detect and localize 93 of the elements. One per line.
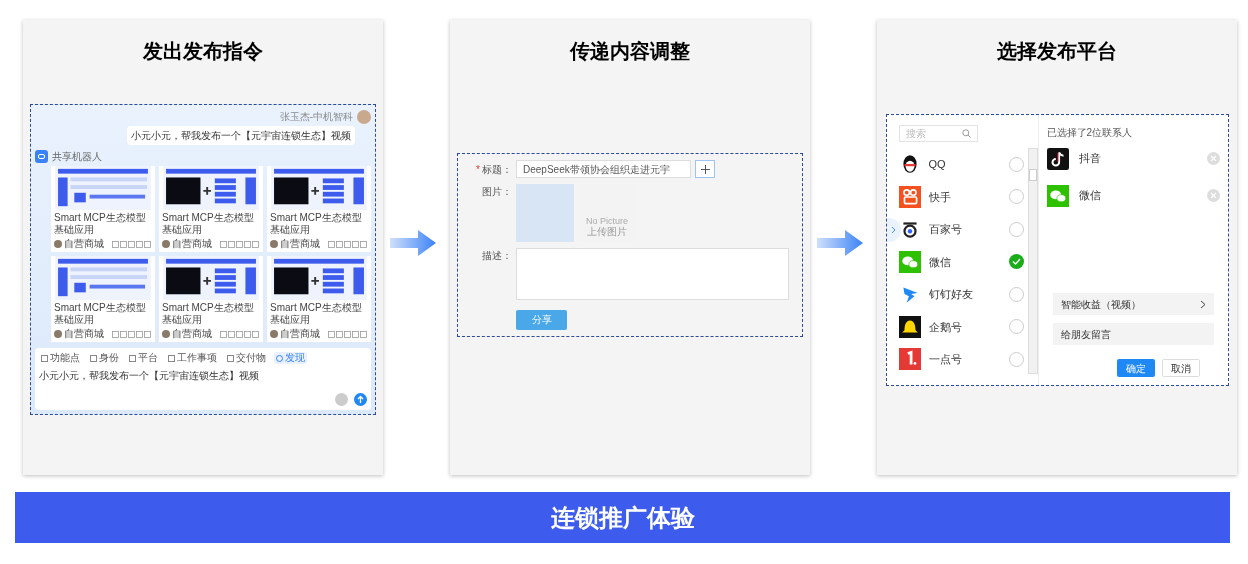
music-note-icon (1046, 147, 1069, 170)
platform-name: 一点号 (928, 352, 963, 367)
platform-row[interactable]: 百家号 (898, 213, 1028, 246)
collapse-handle[interactable] (886, 218, 901, 242)
action-icons-drawing (112, 240, 152, 248)
arrow-icon (390, 229, 436, 256)
toolbar-chip[interactable]: 工作事项 (166, 352, 219, 364)
toolbar-chip[interactable]: 功能点 (39, 352, 82, 364)
avatar-icon (162, 240, 170, 248)
bot-icon (35, 150, 48, 163)
avatar-icon (270, 240, 278, 248)
step-title: 选择发布平台 (997, 39, 1117, 64)
card-title: Smart MCP生态模型基础应用 (53, 212, 147, 236)
action-icons-drawing (220, 240, 260, 248)
chat-bubbles-icon (898, 250, 921, 273)
required-mark: * (476, 162, 480, 177)
platform-name: 钉钉好友 (928, 287, 974, 302)
platform-row[interactable]: 快手 (898, 180, 1028, 213)
remove-icon[interactable] (1206, 152, 1220, 165)
card-title: Smart MCP生态模型基础应用 (269, 212, 363, 236)
scrollbar[interactable] (1027, 148, 1038, 374)
video-card[interactable]: Smart MCP生态模型基础应用 自营商城 (51, 166, 155, 252)
video-card[interactable]: Smart MCP生态模型基础应用 自营商城 (267, 166, 371, 252)
toolbar-chip[interactable]: 身份 (88, 352, 121, 364)
description-textarea[interactable] (516, 248, 789, 300)
user-message: 小元小元，帮我发布一个【元宇宙连锁生态】视频 (127, 126, 355, 145)
step-title: 发出发布指令 (143, 39, 263, 64)
video-card[interactable]: Smart MCP生态模型基础应用 自营商城 (267, 256, 371, 342)
platform-row[interactable]: QQ (898, 148, 1028, 181)
platform-name: 企鹅号 (928, 319, 963, 335)
video-card[interactable]: Smart MCP生态模型基础应用 自营商城 (51, 256, 155, 342)
platform-name: 抖音 (1078, 151, 1102, 167)
title-input[interactable]: DeepSeek带领协会组织走进元宇 (516, 160, 691, 178)
platform-name: 微信 (1078, 188, 1102, 204)
avatar-icon (270, 330, 278, 338)
search-icon (961, 129, 971, 138)
chevron-right-icon (1199, 299, 1206, 309)
banner: 连锁推广体验 (15, 492, 1230, 543)
microphone-icon[interactable] (335, 393, 348, 406)
platform-row[interactable]: 企鹅号 (898, 310, 1028, 343)
action-icons-drawing (328, 330, 368, 338)
platform-row[interactable]: 一点号 (898, 343, 1028, 376)
video-card[interactable]: Smart MCP生态模型基础应用 自营商城 (159, 256, 263, 342)
confirm-button[interactable]: 确定 (1116, 359, 1155, 377)
add-button[interactable] (695, 160, 715, 178)
step-title: 传递内容调整 (570, 39, 690, 64)
bot-name: 共享机器人 (52, 150, 102, 164)
selected-count: 已选择了2位联系人 (1046, 126, 1134, 140)
platform-row[interactable]: 微信 (898, 245, 1028, 278)
avatar-icon (162, 330, 170, 338)
field-label: 图片： (481, 185, 512, 199)
chat-bubbles-icon (1046, 184, 1069, 207)
upload-text: 上传图片 (587, 226, 627, 238)
card-title: Smart MCP生态模型基础应用 (161, 302, 255, 326)
platform-row[interactable]: 钉钉好友 (898, 278, 1028, 311)
option-row[interactable]: 智能收益（视频） (1052, 293, 1214, 315)
card-author: 自营商城 (280, 328, 320, 340)
card-author: 自营商城 (64, 328, 104, 340)
field-label: 标题： (482, 162, 512, 177)
cancel-button[interactable]: 取消 (1161, 359, 1200, 377)
arrow-icon (817, 229, 863, 256)
card-author: 自营商城 (172, 238, 212, 250)
avatar-icon (54, 330, 62, 338)
platform-name: 百家号 (928, 222, 963, 237)
platform-name: 快手 (928, 189, 952, 205)
user-name: 张玉杰-中机智科 (279, 110, 353, 124)
toolbar-chip[interactable]: 交付物 (225, 352, 268, 364)
card-author: 自营商城 (64, 238, 104, 250)
camera-icon (898, 185, 921, 208)
card-author: 自营商城 (280, 238, 320, 250)
avatar-icon (357, 109, 371, 124)
number-one-icon (898, 348, 921, 371)
card-title: Smart MCP生态模型基础应用 (161, 212, 255, 236)
field-label: 描述： (481, 249, 512, 263)
platform-name: 微信 (928, 254, 952, 270)
toolbar-chip[interactable]: 平台 (127, 352, 160, 364)
plus-icon (700, 164, 710, 174)
remove-icon[interactable] (1206, 189, 1220, 202)
message-field[interactable]: 给朋友留言 (1052, 323, 1214, 345)
action-icons-drawing (220, 330, 260, 338)
no-picture-text: No Picture (586, 216, 628, 226)
video-card[interactable]: Smart MCP生态模型基础应用 自营商城 (159, 166, 263, 252)
card-title: Smart MCP生态模型基础应用 (53, 302, 147, 326)
card-author: 自营商城 (172, 328, 212, 340)
action-icons-drawing (112, 330, 152, 338)
chevron-right-icon (891, 226, 896, 234)
card-title: Smart MCP生态模型基础应用 (269, 302, 363, 326)
image-preview (516, 184, 574, 242)
avatar-icon (54, 240, 62, 248)
send-icon[interactable] (354, 393, 367, 406)
action-icons-drawing (328, 240, 368, 248)
chat-input-text: 小元小元，帮我发布一个【元宇宙连锁生态】视频 (39, 369, 259, 383)
platform-name: QQ (928, 157, 947, 172)
